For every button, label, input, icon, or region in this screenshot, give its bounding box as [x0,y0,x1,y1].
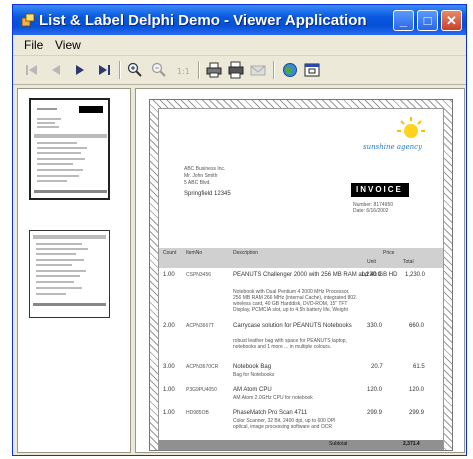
row-count: 3.00 [163,364,175,370]
minimize-button[interactable]: _ [393,10,414,31]
menu-view[interactable]: View [55,38,81,52]
toolbar-separator [119,61,121,79]
col-count: Count [163,250,177,256]
svg-text:1:1: 1:1 [177,67,190,76]
row-itemno: ACPN3667T [186,323,215,329]
row-detail: Bag for Notebooks [233,372,275,378]
row-count: 1.00 [163,410,175,416]
row-detail: AM Atom 2.0GHz CPU for notebook [233,395,313,401]
address-city: Springfield 12345 [184,191,231,197]
col-unit: Unit [367,259,376,265]
row-description: AM Atom CPU [233,387,272,393]
row-itemno: P3G9PU4050 [186,387,217,393]
subtotal-value: 2,371.4 [403,441,420,447]
row-total: 660.0 [409,323,425,329]
print-icon[interactable] [205,61,223,79]
col-itemno: ItemNo [186,250,203,256]
row-total: 61.5 [413,364,425,370]
page-preview-pane[interactable]: sunshine agency ABC Business Inc. Mr. Jo… [135,88,465,453]
row-description: PhaseMatch Pro Scan 4711 [233,410,308,416]
maximize-icon: □ [423,13,432,28]
row-detail: Display, PCMCIA slot, up to 4.5h battery… [233,307,348,313]
row-unit-price: 1,230.0 [361,272,382,278]
row-count: 1.00 [163,272,175,278]
row-total: 1,230.0 [405,272,426,278]
minimize-icon: _ [399,13,408,28]
row-count: 2.00 [163,323,175,329]
page-frame: sunshine agency ABC Business Inc. Mr. Jo… [149,99,453,451]
address-line: 5 ABC Blvd. [184,180,211,186]
row-description: Notebook Bag [233,364,272,370]
subtotal-bar [159,440,443,449]
menu-file[interactable]: File [24,38,43,52]
print-all-icon[interactable] [227,61,245,79]
first-page-icon[interactable] [23,61,41,79]
page-thumbnail-2[interactable] [29,230,110,318]
address-line: ABC Business Inc. [184,166,226,172]
row-itemno: CSPN3456 [186,272,212,278]
close-button[interactable]: ✕ [441,10,462,31]
address-line: Mr. John Smith [184,173,218,179]
row-unit-price: 330.0 [367,323,383,329]
menu-bar: File View [13,35,466,56]
zoom-out-icon[interactable] [150,61,168,79]
zoom-reset-icon[interactable]: 1:1 [174,61,192,79]
row-detail: notebooks and 1 more ... in multiple col… [233,344,332,350]
col-total: Total [403,259,414,265]
col-price: Price [383,250,395,256]
viewer-window: List & Label Delphi Demo - Viewer Applic… [12,4,467,456]
invoice-date: Date: 6/16/2002 [353,208,389,214]
row-total: 120.0 [409,387,425,393]
col-description: Description [233,250,259,256]
zoom-in-icon[interactable] [126,61,144,79]
invoice-page: sunshine agency ABC Business Inc. Mr. Jo… [158,108,444,450]
page-thumbnail-1[interactable] [29,98,110,200]
maximize-button[interactable]: □ [417,10,438,31]
row-description: Carrycase solution for PEANUTS Notebooks [233,323,352,329]
row-unit-price: 299.9 [367,410,383,416]
next-page-icon[interactable] [71,61,89,79]
toolbar: 1:1 [13,56,466,85]
toolbar-separator [273,61,275,79]
row-unit-price: 20.7 [371,364,383,370]
row-itemno: ACPN3670CR [186,364,219,370]
app-icon [21,13,35,27]
row-unit-price: 120.0 [367,387,383,393]
window-title: List & Label Delphi Demo - Viewer Applic… [39,12,367,29]
thumbnail-pane [17,88,131,453]
toolbar-separator [198,61,200,79]
row-detail: optical, image processing software and O… [233,424,332,430]
previous-page-icon[interactable] [47,61,65,79]
invoice-label: INVOICE [351,183,409,197]
send-icon[interactable] [249,61,267,79]
web-icon[interactable] [281,61,299,79]
row-total: 299.9 [409,410,425,416]
title-bar[interactable]: List & Label Delphi Demo - Viewer Applic… [13,5,466,35]
last-page-icon[interactable] [95,61,113,79]
company-logo-text: sunshine agency [363,143,423,151]
row-count: 1.00 [163,387,175,393]
close-icon: ✕ [446,13,457,28]
exit-icon[interactable] [303,61,321,79]
subtotal-label: Subtotal [329,441,348,447]
row-itemno: HD985OB [186,410,209,416]
